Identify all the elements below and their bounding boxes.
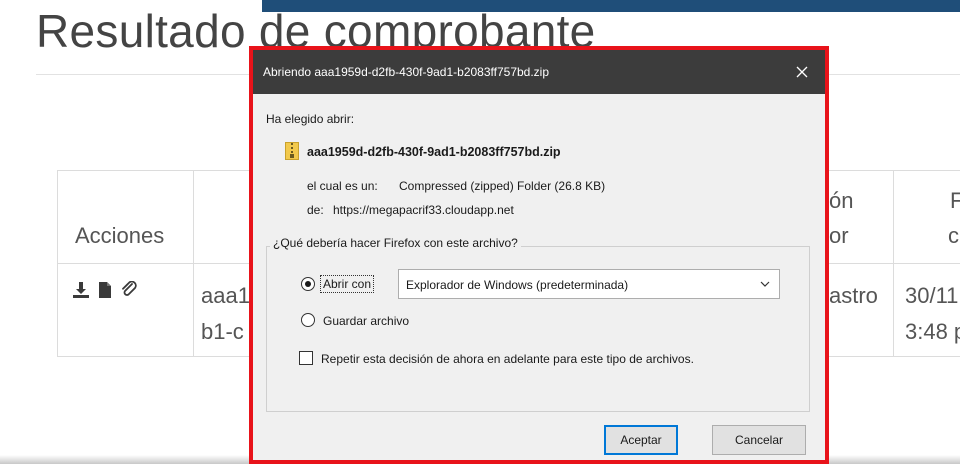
save-file-label[interactable]: Guardar archivo xyxy=(323,314,409,328)
action-question: ¿Qué debería hacer Firefox con este arch… xyxy=(270,236,521,250)
application-select-value: Explorador de Windows (predeterminada) xyxy=(406,278,629,292)
file-type-label: el cual es un: xyxy=(307,179,378,193)
column-header-partial: F xyxy=(950,188,960,213)
file-source-label: de: xyxy=(307,203,324,217)
row-id: b1-c xyxy=(201,319,244,344)
cancel-button[interactable]: Cancelar xyxy=(712,425,806,455)
chosen-label: Ha elegido abrir: xyxy=(266,112,355,126)
dialog-title: Abriendo aaa1959d-d2fb-430f-9ad1-b2083ff… xyxy=(263,65,550,79)
download-icon[interactable] xyxy=(72,281,90,299)
file-icon[interactable] xyxy=(96,281,114,299)
column-divider xyxy=(193,171,194,356)
paperclip-icon[interactable] xyxy=(120,281,138,299)
close-icon xyxy=(796,66,808,78)
remember-label[interactable]: Repetir esta decisión de ahora en adelan… xyxy=(321,352,694,366)
close-button[interactable] xyxy=(779,50,825,94)
open-with-radio[interactable] xyxy=(301,277,315,291)
column-divider xyxy=(893,171,894,356)
column-header-partial: c xyxy=(948,223,959,248)
chevron-down-icon xyxy=(760,281,770,287)
save-file-radio[interactable] xyxy=(301,313,315,327)
remember-checkbox[interactable] xyxy=(299,351,313,365)
row-status: astro xyxy=(829,283,878,308)
file-name: aaa1959d-d2fb-430f-9ad1-b2083ff757bd.zip xyxy=(307,145,561,159)
row-id: aaa1 xyxy=(201,283,250,308)
column-header-partial: ón xyxy=(829,188,854,213)
row-actions xyxy=(72,281,138,299)
application-select[interactable]: Explorador de Windows (predeterminada) xyxy=(398,269,780,299)
dialog-titlebar[interactable]: Abriendo aaa1959d-d2fb-430f-9ad1-b2083ff… xyxy=(253,50,825,94)
zip-file-icon xyxy=(285,142,299,160)
accept-button[interactable]: Aceptar xyxy=(604,425,678,455)
file-open-dialog: Abriendo aaa1959d-d2fb-430f-9ad1-b2083ff… xyxy=(249,46,829,464)
row-time: 3:48 p xyxy=(905,319,960,344)
open-with-label[interactable]: Abrir con xyxy=(320,275,375,293)
file-source-value: https://megapacrif33.cloudapp.net xyxy=(333,203,514,217)
file-type-value: Compressed (zipped) Folder (26.8 KB) xyxy=(399,179,606,193)
column-header-partial: or xyxy=(829,223,849,248)
column-header-acciones: Acciones xyxy=(75,223,165,248)
row-date: 30/11 xyxy=(905,283,959,308)
